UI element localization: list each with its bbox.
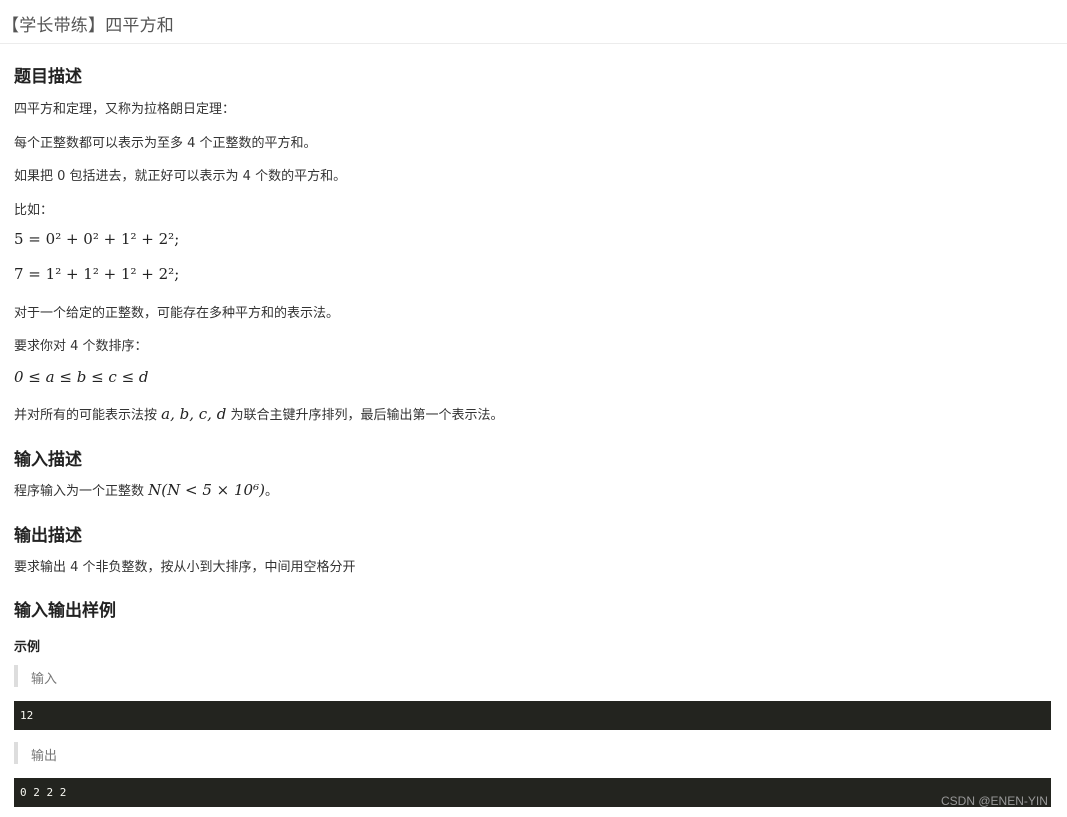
csdn-watermark: CSDN @ENEN-YIN	[941, 794, 1048, 808]
example-equation-2: 7 = 1² + 1² + 1² + 2²;	[14, 265, 180, 283]
description-heading: 题目描述	[14, 67, 82, 87]
input-description: 程序输入为一个正整数 N(N < 5 × 10⁶)。	[14, 480, 278, 499]
description-line-5: 对于一个给定的正整数，可能存在多种平方和的表示法。	[14, 306, 340, 321]
sort-rule-text-after: 为联合主键升序排列，最后输出第一个表示法。	[230, 408, 504, 423]
description-line-4: 比如：	[14, 203, 54, 218]
output-label: 输出	[31, 749, 58, 764]
input-heading: 输入描述	[14, 450, 82, 470]
output-description: 要求输出 4 个非负整数，按从小到大排序，中间用空格分开	[14, 560, 356, 575]
description-line-6: 要求你对 4 个数排序：	[14, 339, 148, 354]
output-code-block[interactable]: 0 2 2 2	[14, 778, 1051, 807]
output-code: 0 2 2 2	[20, 786, 67, 799]
sort-rule-line: 并对所有的可能表示法按 a, b, c, d 为联合主键升序排列，最后输出第一个…	[14, 404, 503, 423]
output-blockquote: 输出	[14, 742, 314, 764]
input-blockquote: 输入	[14, 665, 314, 687]
input-description-text: 程序输入为一个正整数	[14, 484, 145, 499]
page-title: 【学长带练】四平方和	[2, 16, 174, 36]
sort-rule-text-before: 并对所有的可能表示法按	[14, 408, 158, 423]
sort-rule-vars: a, b, c, d	[161, 405, 226, 423]
input-constraint: N(N < 5 × 10⁶)	[148, 481, 265, 499]
title-bar: 【学长带练】四平方和	[0, 0, 1067, 44]
input-constraint-text: N(N < 5 × 10⁶)	[148, 481, 265, 499]
input-description-end: 。	[264, 484, 278, 499]
input-code-block[interactable]: 12	[14, 701, 1051, 730]
description-line-1: 四平方和定理，又称为拉格朗日定理：	[14, 102, 236, 117]
input-code: 12	[20, 709, 34, 722]
input-label: 输入	[31, 672, 58, 687]
order-equation: 0 ≤ a ≤ b ≤ c ≤ d	[14, 368, 149, 386]
sort-rule-vars-text: a, b, c, d	[161, 405, 227, 423]
output-heading: 输出描述	[14, 526, 82, 546]
example-equation-1: 5 = 0² + 0² + 1² + 2²;	[14, 230, 180, 248]
description-line-2: 每个正整数都可以表示为至多 4 个正整数的平方和。	[14, 136, 317, 151]
example-label: 示例	[14, 640, 41, 655]
description-line-3: 如果把 0 包括进去，就正好可以表示为 4 个数的平方和。	[14, 169, 347, 184]
order-equation-text: 0 ≤ a ≤ b ≤ c ≤ d	[14, 368, 149, 386]
io-example-heading: 输入输出样例	[14, 601, 116, 621]
